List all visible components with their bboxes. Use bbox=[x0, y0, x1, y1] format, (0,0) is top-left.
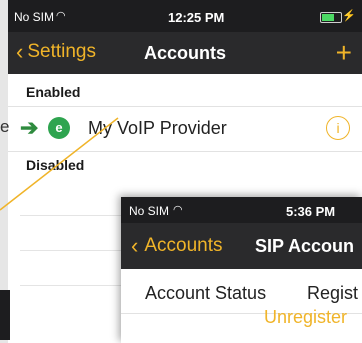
account-status-label: Account Status bbox=[145, 283, 267, 303]
dark-edge-panel bbox=[0, 290, 10, 340]
wifi-icon: ◠ bbox=[56, 10, 66, 22]
unregister-button[interactable]: Unregister bbox=[264, 307, 347, 328]
navigation-bar: ‹ Accounts SIP Accoun bbox=[121, 223, 362, 269]
account-row[interactable]: e ➔ e My VoIP Provider i bbox=[0, 106, 362, 152]
sip-account-screen: No SIM ◠ 5:36 PM ‹ Accounts SIP Accoun A… bbox=[121, 197, 362, 343]
provider-name: My VoIP Provider bbox=[88, 118, 227, 138]
add-account-button[interactable]: + bbox=[336, 37, 352, 69]
carrier-label: No SIM bbox=[14, 10, 55, 24]
disabled-section-header: Disabled bbox=[26, 157, 85, 173]
carrier-label: No SIM bbox=[129, 204, 170, 218]
page-title: Accounts bbox=[143, 43, 226, 63]
battery-icon bbox=[320, 12, 342, 23]
chevron-left-icon: ‹ bbox=[131, 233, 139, 258]
clock-label: 5:36 PM bbox=[286, 204, 336, 219]
page-title: SIP Accoun bbox=[255, 236, 355, 256]
navigation-bar: ‹ Settings Accounts + bbox=[8, 32, 362, 74]
provider-logo-icon: e bbox=[48, 117, 70, 139]
clock-label: 12:25 PM bbox=[168, 10, 225, 25]
arrow-right-icon: ➔ bbox=[20, 115, 39, 140]
status-bar: No SIM ◠ 12:25 PM ⚡ bbox=[8, 0, 362, 32]
offscreen-text-fragment: e bbox=[0, 117, 10, 136]
account-status-value: Regist bbox=[307, 283, 359, 303]
wifi-icon: ◠ bbox=[173, 204, 183, 216]
enabled-section-header: Enabled bbox=[26, 84, 81, 100]
status-bar: No SIM ◠ 5:36 PM bbox=[121, 197, 362, 223]
accounts-back-button[interactable]: ‹ Accounts bbox=[131, 235, 222, 257]
charging-icon: ⚡ bbox=[342, 10, 356, 22]
info-icon[interactable]: i bbox=[326, 116, 350, 140]
back-label: Accounts bbox=[144, 235, 223, 256]
